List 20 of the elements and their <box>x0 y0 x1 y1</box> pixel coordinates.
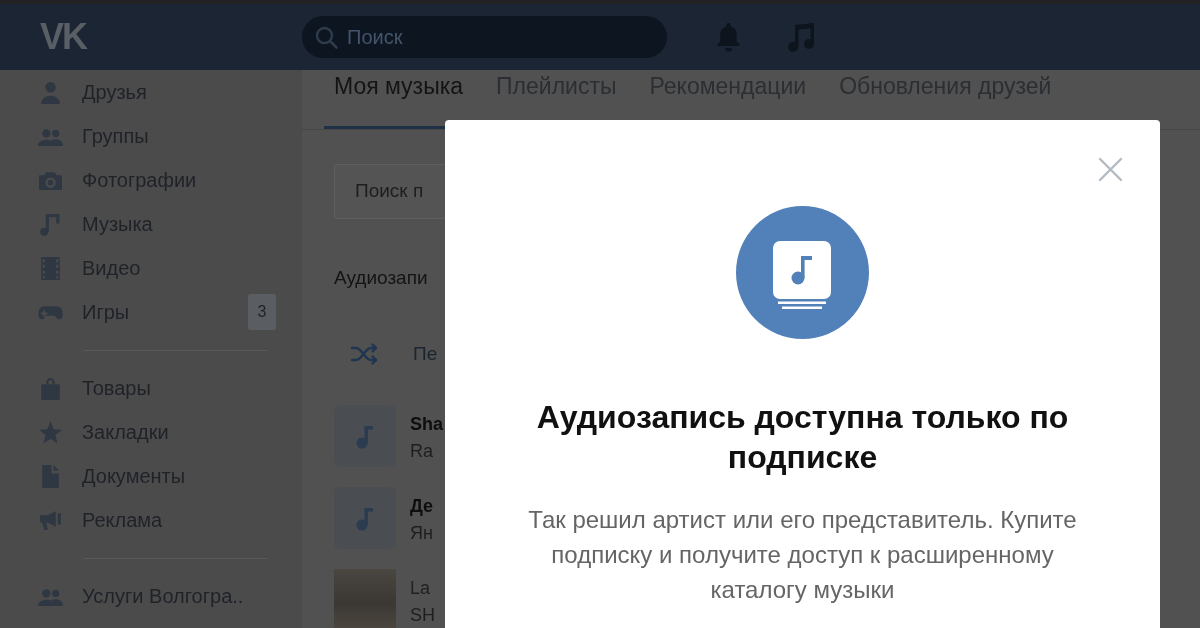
section-title: Аудиозапи <box>334 266 428 289</box>
modal-title: Аудиозапись доступна только по подписке <box>535 398 1070 477</box>
photo-placeholder <box>334 568 396 628</box>
track-title: Де <box>410 495 434 516</box>
person-icon <box>38 79 63 105</box>
music-card-icon <box>736 206 869 339</box>
count-badge: 3 <box>248 294 276 330</box>
search-icon <box>315 26 338 49</box>
star-icon <box>38 419 63 445</box>
search-field[interactable]: Поиск <box>302 16 667 58</box>
close-icon <box>1098 157 1123 182</box>
modal-text: Так решил артист или его представитель. Купите подписку и получите доступ к расширенному каталогу музыки <box>527 505 1078 605</box>
bag-icon <box>38 375 63 401</box>
close-button[interactable] <box>1098 157 1123 182</box>
music-note-icon <box>334 404 396 467</box>
shuffle-icon <box>350 341 378 366</box>
film-icon <box>38 255 63 281</box>
music-note-icon <box>334 486 396 549</box>
logo[interactable]: VK <box>40 22 86 52</box>
track-title: Sha <box>410 413 443 434</box>
